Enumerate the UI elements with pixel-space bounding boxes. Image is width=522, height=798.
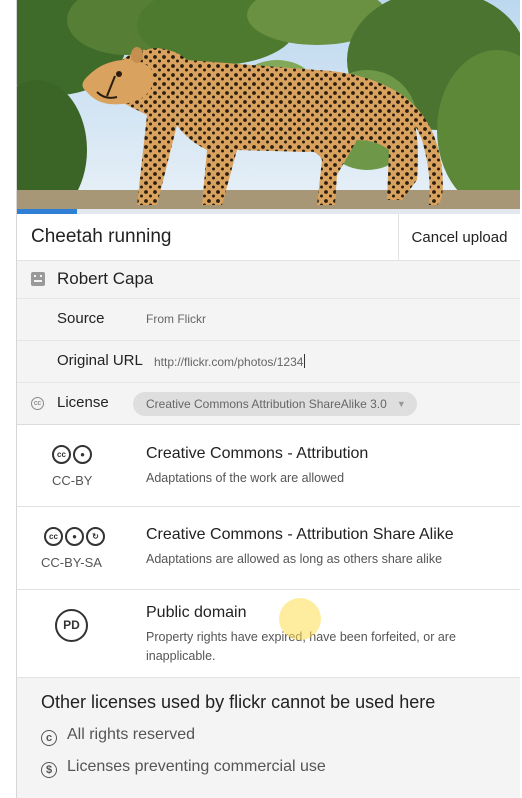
license-option-code: CC-BY-SA xyxy=(41,555,102,570)
license-row: cc License Creative Commons Attribution … xyxy=(17,383,520,425)
cc-by-sa-icons: cc ● ↻ xyxy=(44,527,105,546)
public-domain-icon: PD xyxy=(55,609,88,642)
license-option-cc-by[interactable]: cc ● CC-BY Creative Commons - Attributio… xyxy=(17,425,520,507)
license-option-description: Property rights have expired, have been … xyxy=(146,630,456,663)
user-icon xyxy=(31,272,45,286)
cc-by-icons: cc ● xyxy=(52,445,92,464)
license-option-description: Adaptations are allowed as long as other… xyxy=(146,552,443,566)
license-option-title: Creative Commons - Attribution Share Ali… xyxy=(146,526,454,543)
upload-card: Cancel upload Robert Capa Source From Fl… xyxy=(16,0,520,798)
title-input[interactable] xyxy=(17,214,397,260)
source-row: Source From Flickr xyxy=(17,299,520,341)
title-row: Cancel upload xyxy=(17,214,520,261)
other-license-label: Licenses preventing commercial use xyxy=(67,758,326,775)
license-option-title: Public domain xyxy=(146,604,247,621)
author-row[interactable]: Robert Capa xyxy=(17,261,520,299)
noncommercial-icon: $ xyxy=(41,762,57,778)
chevron-down-icon: ▼ xyxy=(396,399,406,409)
copyright-icon: c xyxy=(41,730,57,746)
cc-icon: cc xyxy=(52,445,71,464)
cc-icon: cc xyxy=(44,527,63,546)
license-option-description: Adaptations of the work are allowed xyxy=(146,471,345,485)
share-alike-icon: ↻ xyxy=(86,527,105,546)
other-license-label: All rights reserved xyxy=(67,726,196,743)
cheetah-photo xyxy=(17,0,520,214)
author-name: Robert Capa xyxy=(57,269,154,288)
other-license-item: $ Licenses preventing commercial use xyxy=(41,758,326,778)
license-selected-value: Creative Commons Attribution ShareAlike … xyxy=(146,397,387,411)
cancel-upload-button[interactable]: Cancel upload xyxy=(398,214,520,260)
attribution-icon: ● xyxy=(73,445,92,464)
cc-icon: cc xyxy=(31,397,44,410)
other-license-item: c All rights reserved xyxy=(41,726,195,746)
original-url-label: Original URL xyxy=(57,352,143,369)
photo-preview xyxy=(17,0,520,214)
license-select[interactable]: Creative Commons Attribution ShareAlike … xyxy=(133,392,417,416)
other-licenses-heading: Other licenses used by flickr cannot be … xyxy=(41,692,436,712)
license-option-public-domain[interactable]: PD Public domain Property rights have ex… xyxy=(17,590,520,678)
original-url-input[interactable]: http://flickr.com/photos/1234 xyxy=(154,354,306,369)
license-option-code: CC-BY xyxy=(52,473,93,488)
original-url-value: http://flickr.com/photos/1234 xyxy=(154,355,304,369)
source-label: Source xyxy=(57,310,105,327)
source-value: From Flickr xyxy=(146,312,206,326)
attribution-icon: ● xyxy=(65,527,84,546)
license-label: License xyxy=(57,394,109,411)
license-option-title: Creative Commons - Attribution xyxy=(146,445,369,462)
text-caret xyxy=(304,354,306,368)
license-option-cc-by-sa[interactable]: cc ● ↻ CC-BY-SA Creative Commons - Attri… xyxy=(17,507,520,590)
other-licenses-section: Other licenses used by flickr cannot be … xyxy=(17,678,520,798)
original-url-row[interactable]: Original URL http://flickr.com/photos/12… xyxy=(17,341,520,383)
